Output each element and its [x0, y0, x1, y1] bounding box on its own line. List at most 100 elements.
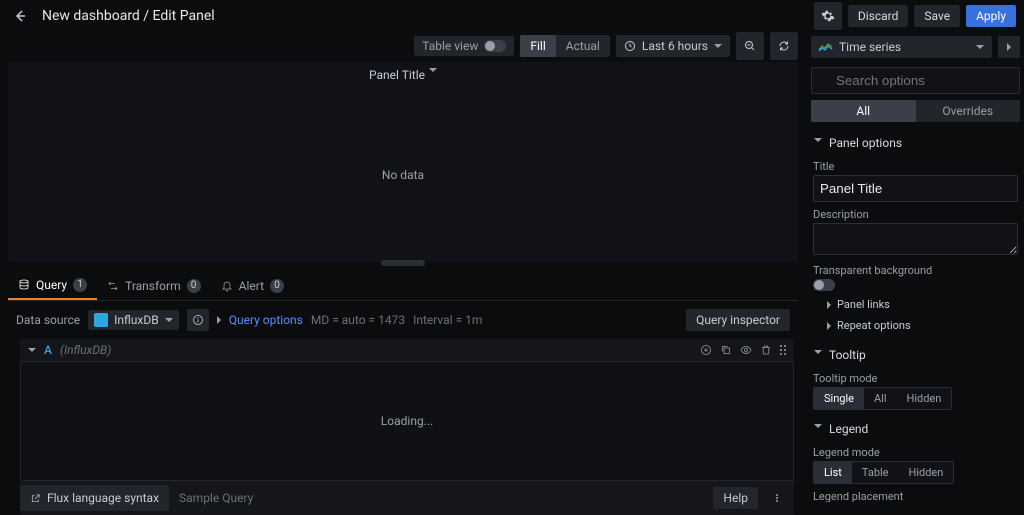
arrow-left-icon — [12, 8, 28, 24]
flux-syntax-tab[interactable]: Flux language syntax — [20, 485, 169, 511]
panel-title[interactable]: Panel Title — [8, 62, 798, 88]
eye-icon — [740, 344, 752, 356]
query-letter[interactable]: A — [44, 343, 52, 357]
datasource-name: InfluxDB — [114, 313, 159, 327]
back-button[interactable] — [8, 4, 32, 28]
legend-table[interactable]: Table — [852, 462, 899, 483]
title-field-label: Title — [813, 160, 1018, 173]
influxdb-logo-icon — [94, 313, 108, 327]
datasource-help-button[interactable] — [187, 309, 209, 331]
discard-button[interactable]: Discard — [848, 5, 909, 27]
refresh-button[interactable] — [770, 32, 798, 60]
section-panel-options[interactable]: Panel options — [813, 132, 1018, 154]
query-copy-button[interactable] — [720, 344, 732, 356]
loading-text: Loading... — [381, 414, 433, 428]
description-field-label: Description — [813, 208, 1018, 221]
collapse-query-button[interactable] — [28, 348, 36, 352]
transparent-bg-label: Transparent background — [813, 264, 1018, 277]
time-range-picker[interactable]: Last 6 hours — [616, 35, 730, 57]
tab-transform[interactable]: Transform 0 — [97, 272, 211, 300]
panel-collapse-button[interactable] — [998, 36, 1020, 58]
panel-title-input[interactable] — [813, 175, 1018, 202]
panel-preview: Panel Title No data — [8, 62, 798, 262]
tab-overrides[interactable]: Overrides — [916, 100, 1021, 122]
transform-icon — [107, 280, 119, 292]
query-duplicate-button[interactable] — [700, 344, 712, 356]
tab-all[interactable]: All — [811, 100, 916, 122]
query-menu-button[interactable] — [766, 487, 788, 509]
tab-transform-label: Transform — [125, 279, 181, 293]
zoom-out-icon — [744, 40, 756, 52]
panel-links-section[interactable]: Panel links — [827, 294, 1018, 315]
refresh-icon — [778, 40, 790, 52]
chevron-down-icon — [429, 68, 437, 72]
section-tooltip-label: Tooltip — [829, 348, 866, 362]
help-button[interactable]: Help — [713, 487, 758, 509]
save-button[interactable]: Save — [914, 5, 960, 27]
drag-handle-icon[interactable] — [780, 345, 786, 355]
toggle-icon — [484, 40, 506, 52]
query-toggle-visibility-button[interactable] — [740, 344, 752, 356]
query-inspector-button[interactable]: Query inspector — [686, 309, 790, 331]
resize-handle[interactable] — [381, 260, 425, 266]
tab-alert-label: Alert — [239, 279, 264, 293]
chevron-right-icon — [217, 316, 221, 324]
settings-button[interactable] — [814, 2, 842, 30]
legend-hidden[interactable]: Hidden — [899, 462, 954, 483]
tooltip-all[interactable]: All — [864, 388, 897, 409]
datasource-picker[interactable]: InfluxDB — [88, 310, 179, 330]
legend-mode-label: Legend mode — [813, 446, 1018, 459]
actual-option[interactable]: Actual — [556, 35, 610, 57]
tab-query-count: 1 — [73, 278, 87, 292]
copy-icon — [720, 344, 732, 356]
chevron-right-icon — [1007, 43, 1011, 51]
plus-circle-icon — [700, 344, 712, 356]
apply-button[interactable]: Apply — [966, 5, 1016, 27]
panel-title-text: Panel Title — [369, 68, 425, 82]
query-editor[interactable]: Loading... — [20, 361, 794, 481]
zoom-out-button[interactable] — [736, 32, 764, 60]
flux-syntax-label: Flux language syntax — [47, 491, 159, 505]
gear-icon — [821, 9, 835, 23]
tooltip-single[interactable]: Single — [814, 388, 864, 409]
query-delete-button[interactable] — [760, 344, 772, 356]
chevron-right-icon — [827, 301, 831, 309]
datasource-label: Data source — [16, 313, 80, 327]
section-legend-label: Legend — [829, 422, 868, 436]
tab-query[interactable]: Query 1 — [8, 272, 97, 300]
md-info: MD = auto = 1473 — [311, 313, 405, 327]
interval-info: Interval = 1m — [413, 313, 482, 327]
database-icon — [18, 279, 30, 291]
transparent-bg-toggle[interactable] — [813, 279, 835, 291]
panel-body: No data — [8, 88, 798, 262]
chevron-down-icon — [814, 138, 822, 148]
clock-icon — [624, 40, 636, 52]
table-view-toggle[interactable]: Table view — [414, 36, 514, 56]
legend-list[interactable]: List — [814, 462, 852, 483]
section-panel-options-label: Panel options — [829, 136, 902, 150]
tab-query-label: Query — [36, 278, 67, 292]
info-icon — [192, 314, 204, 326]
panel-description-input[interactable] — [813, 223, 1018, 255]
tab-alert[interactable]: Alert 0 — [211, 272, 294, 300]
repeat-options-section[interactable]: Repeat options — [827, 315, 1018, 336]
repeat-options-label: Repeat options — [837, 319, 911, 332]
section-legend[interactable]: Legend — [813, 418, 1018, 440]
trash-icon — [760, 344, 772, 356]
search-options-input[interactable] — [811, 67, 1020, 94]
time-range-label: Last 6 hours — [642, 39, 708, 53]
fill-option[interactable]: Fill — [520, 35, 555, 57]
bell-icon — [221, 280, 233, 292]
section-tooltip[interactable]: Tooltip — [813, 344, 1018, 366]
no-data-text: No data — [382, 168, 424, 182]
query-options-link[interactable]: Query options — [229, 313, 303, 327]
breadcrumb: New dashboard / Edit Panel — [42, 8, 215, 24]
sample-query-tab[interactable]: Sample Query — [169, 485, 263, 511]
visualization-picker[interactable]: Time series — [811, 36, 992, 58]
legend-placement-label: Legend placement — [813, 490, 1018, 502]
tab-transform-count: 0 — [187, 279, 201, 293]
chevron-down-icon — [814, 424, 822, 434]
chevron-down-icon — [814, 350, 822, 360]
tooltip-hidden[interactable]: Hidden — [897, 388, 952, 409]
chevron-down-icon — [976, 45, 984, 49]
